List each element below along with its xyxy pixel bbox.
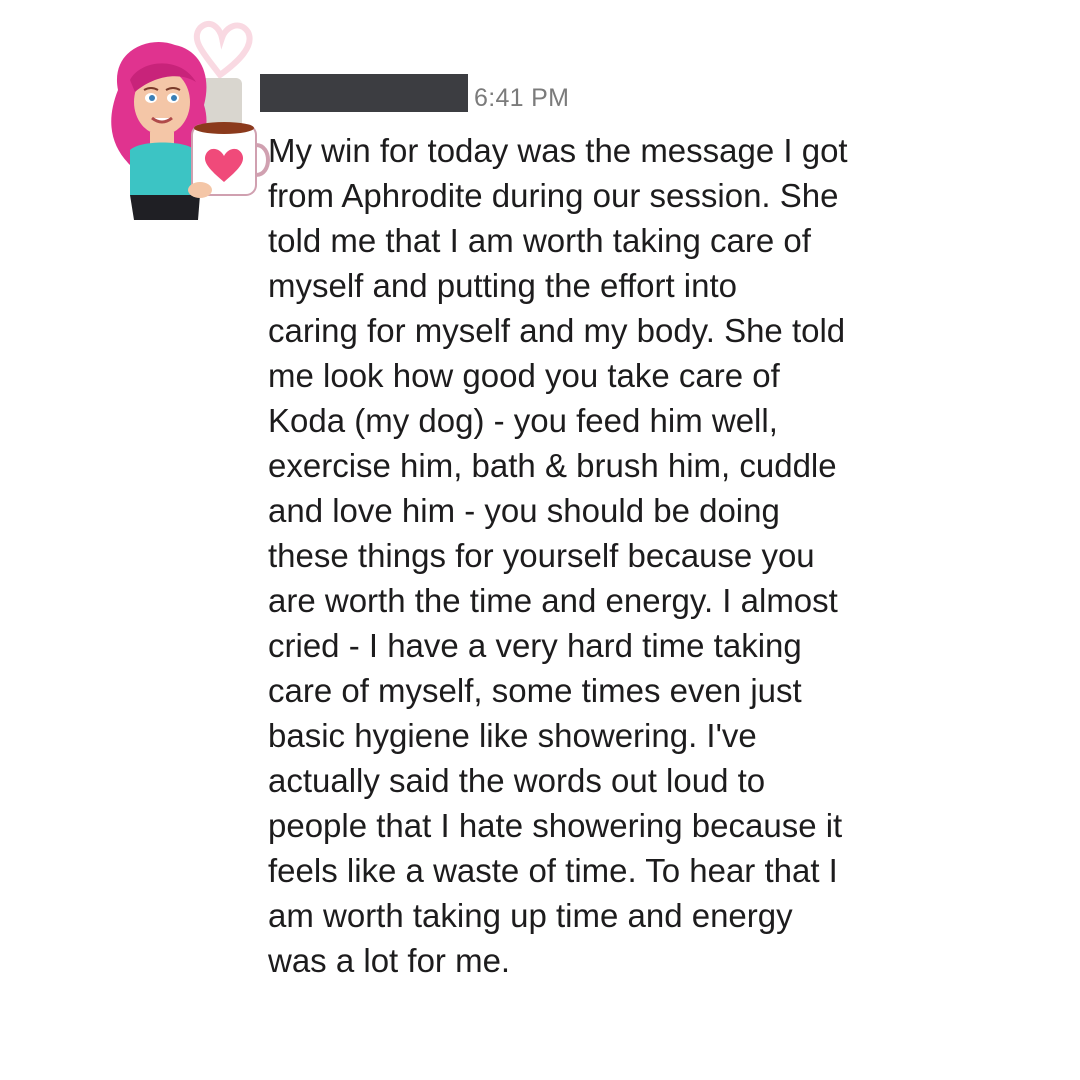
- redacted-author-name[interactable]: [260, 74, 468, 112]
- message-body: My win for today was the message I got f…: [268, 132, 848, 979]
- message-header: 6:41 PM: [260, 72, 569, 112]
- heart-outline-icon: [193, 20, 253, 80]
- message-timestamp[interactable]: 6:41 PM: [474, 84, 569, 112]
- avatar[interactable]: [100, 20, 280, 225]
- bitmoji-avatar-icon: [111, 20, 270, 220]
- chat-message: 6:41 PM My win for today was the message…: [0, 0, 1080, 1080]
